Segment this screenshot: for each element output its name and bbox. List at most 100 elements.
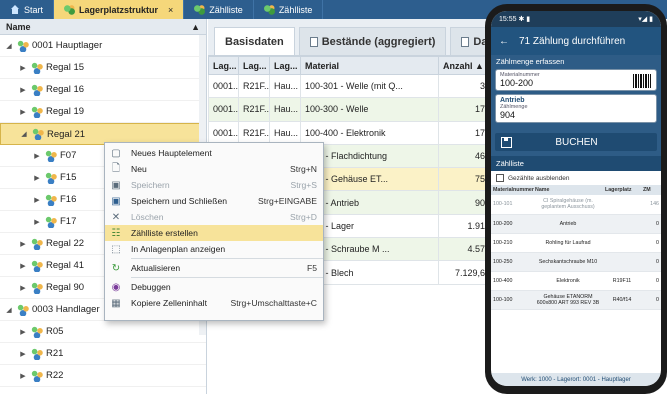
material-number-field[interactable]: Materialnummer 100-200 (495, 69, 657, 91)
tree-node-label: R22 (46, 370, 64, 381)
expand-down-icon[interactable]: ◢ (4, 306, 14, 314)
list-item[interactable]: 100-200 Antrieb 0 (491, 214, 661, 234)
table-cell: R21F... (238, 120, 270, 145)
grid-column-header[interactable]: Lag... (208, 56, 239, 75)
tree-node-label: Regal 41 (46, 260, 85, 271)
plant-plan-icon: ⬚ (111, 243, 121, 255)
tree-node-label: Regal 16 (46, 84, 85, 95)
count-list-title: Zählliste (491, 156, 661, 171)
storage-node-icon (31, 369, 43, 382)
home-icon (10, 5, 20, 14)
table-cell: 0 (641, 271, 661, 291)
hide-counted-row[interactable]: Gezählte ausblenden (491, 171, 661, 185)
expand-right-icon[interactable]: ▶ (32, 152, 42, 160)
table-cell: R21F... (238, 97, 270, 122)
back-arrow-icon[interactable]: ← (499, 36, 509, 47)
list-item[interactable]: 100-210 Rohling für Laufrad 0 (491, 233, 661, 253)
expand-down-icon[interactable]: ◢ (19, 130, 29, 138)
menu-item-debuggen[interactable]: ◉ Debuggen (105, 279, 323, 295)
tree-node-label: F07 (60, 150, 77, 161)
storage-node-icon (32, 128, 44, 140)
expand-right-icon[interactable]: ▶ (18, 64, 28, 72)
tree-node[interactable]: ▶ Regal 19 (0, 101, 206, 123)
menu-item-loeschen[interactable]: ✕ Löschen Strg+D (105, 209, 323, 225)
mobile-app-bar: ← 71 Zählung durchführen (491, 27, 661, 55)
expand-down-icon[interactable]: ◢ (4, 42, 14, 50)
list-item[interactable]: 100-400 Elektronik R19F11 0 (491, 271, 661, 291)
menu-item-kopiere-zelleninhalt[interactable]: ▦ Kopiere Zelleninhalt Strg+Umschalttast… (105, 295, 323, 311)
menu-item-aktualisieren[interactable]: ↻ Aktualisieren F5 (105, 260, 323, 276)
menu-item-neu[interactable]: 🗋 Neu Strg+N (105, 161, 323, 177)
expand-right-icon[interactable]: ▶ (32, 218, 42, 226)
hide-counted-checkbox[interactable] (496, 174, 504, 182)
tree-node-label: Regal 90 (46, 282, 85, 293)
table-cell: 100-101 (491, 195, 533, 215)
storage-node-icon (31, 237, 43, 250)
tree-node[interactable]: ▶ R21 (0, 343, 206, 365)
storage-node-icon (31, 281, 43, 294)
list-item[interactable]: 100-250 Sechskantschraube M10 0 (491, 252, 661, 272)
table-cell: 100-400 - Elektronik (300, 120, 439, 145)
tree-node[interactable]: ▶ Regal 15 (0, 57, 206, 79)
expand-right-icon[interactable]: ▶ (18, 350, 28, 358)
list-item[interactable]: 100-100 Gehäuse ETANORM 600x800 ART 993 R… (491, 290, 661, 310)
tab-zaehlliste-2[interactable]: Zählliste (254, 0, 324, 19)
list-item[interactable]: 100-101 CI Spiralgehäuse (m. geplantem Au… (491, 195, 661, 215)
expand-right-icon[interactable]: ▶ (18, 108, 28, 116)
tab-bestaende[interactable]: Bestände (aggregiert) (298, 27, 447, 55)
tree-column-header[interactable]: Name ▲ (0, 19, 206, 35)
expand-right-icon[interactable]: ▶ (18, 86, 28, 94)
storage-node-icon (31, 83, 43, 96)
menu-item-neues-hauptelement[interactable]: ▢ Neues Hauptelement (105, 145, 323, 161)
table-cell: 146 (641, 195, 661, 215)
storage-node-icon (31, 325, 43, 338)
tab-lagerplatzstruktur[interactable]: Lagerplatzstruktur × (54, 0, 185, 19)
tree-node-label: R05 (46, 326, 64, 337)
quantity-field[interactable]: Antrieb Zählmenge 904 (495, 94, 657, 123)
expand-right-icon[interactable]: ▶ (18, 284, 28, 292)
grid-column-header[interactable]: Lag... (238, 56, 270, 75)
refresh-icon: ↻ (111, 262, 121, 274)
tree-node-label: 0001 Hauptlager (32, 40, 103, 51)
menu-item-speichern-schliessen[interactable]: ▣ Speichern und Schließen Strg+EINGABE (105, 193, 323, 209)
expand-right-icon[interactable]: ▶ (32, 196, 42, 204)
tab-start[interactable]: Start (0, 0, 55, 19)
grid-column-header[interactable]: Lag... (269, 56, 301, 75)
close-icon[interactable]: × (168, 5, 173, 15)
expand-right-icon[interactable]: ▶ (32, 174, 42, 182)
tree-node[interactable]: ▶ Regal 16 (0, 79, 206, 101)
expand-right-icon[interactable]: ▶ (18, 262, 28, 270)
expand-right-icon[interactable]: ▶ (18, 372, 28, 380)
app-title: Zählung durchführen (532, 35, 626, 47)
menu-item-zaehlliste-erstellen[interactable]: ☷ Zählliste erstellen (105, 225, 323, 241)
tab-zaehlliste-1[interactable]: Zählliste (184, 0, 254, 19)
tree-icon (194, 4, 206, 15)
expand-right-icon[interactable]: ▶ (18, 328, 28, 336)
tree-node-label: 0003 Handlager (32, 304, 100, 315)
table-cell: Antrieb (533, 214, 603, 234)
count-section-title: Zählmenge erfassen (491, 55, 661, 67)
tree-node[interactable]: ◢ 0001 Hauptlager (0, 35, 206, 57)
delete-icon: ✕ (111, 211, 121, 223)
tree-icon (64, 4, 76, 15)
tab-label: Bestände (aggregiert) (321, 35, 436, 48)
table-cell (603, 214, 641, 234)
book-button[interactable]: BUCHEN (495, 133, 657, 151)
table-cell: Elektronik (533, 271, 603, 291)
storage-node-icon (31, 347, 43, 360)
barcode-scan-icon[interactable] (633, 74, 651, 88)
table-cell: 100-100 (491, 290, 533, 310)
grid-column-header[interactable]: Material (300, 56, 439, 75)
tree-node[interactable]: ▶ R05 (0, 321, 206, 343)
menu-item-speichern[interactable]: ▣ Speichern Strg+S (105, 177, 323, 193)
table-cell: Hau... (269, 97, 301, 122)
table-cell: 0001... (208, 120, 239, 145)
table-cell: 0001... (208, 73, 239, 99)
expand-right-icon[interactable]: ▶ (18, 240, 28, 248)
table-cell (603, 195, 641, 215)
tab-label: Lagerplatzstruktur (79, 4, 159, 15)
menu-item-anlagenplan[interactable]: ⬚ In Anlagenplan anzeigen (105, 241, 323, 257)
tab-basisdaten[interactable]: Basisdaten (214, 27, 295, 55)
tree-node[interactable]: ▶ R22 (0, 365, 206, 387)
table-cell: Gehäuse ETANORM 600x800 ART 993 REV 3B (533, 290, 603, 310)
